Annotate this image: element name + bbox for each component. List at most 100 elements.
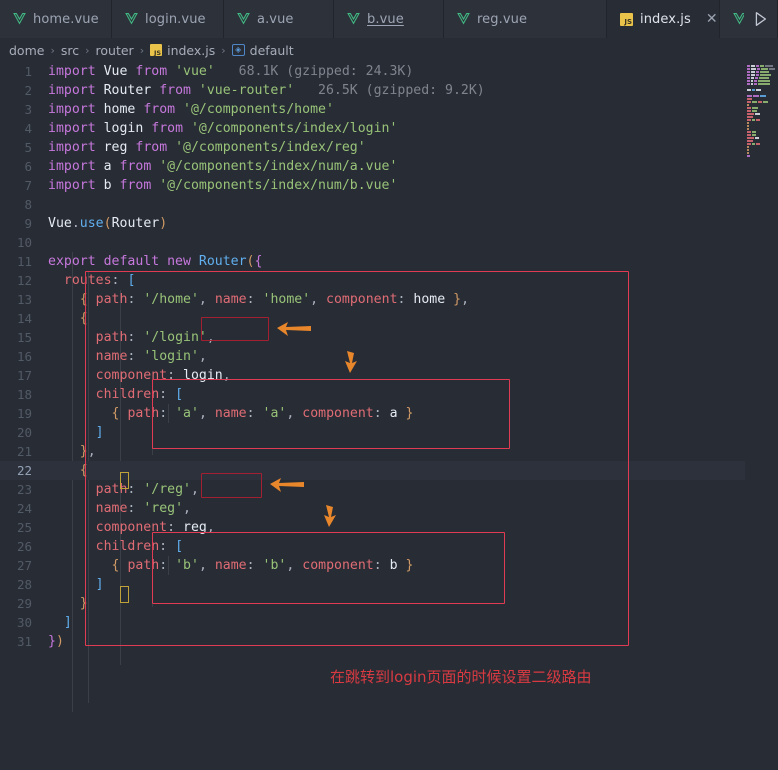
code-line[interactable]: 25 component: reg,: [0, 518, 745, 537]
code-line[interactable]: 6 import a from '@/components/index/num/…: [0, 157, 745, 176]
breadcrumb-item-src[interactable]: src: [61, 43, 79, 58]
code-line[interactable]: 20 ]: [0, 423, 745, 442]
minimap-line: [745, 154, 778, 157]
line-number: 30: [16, 615, 32, 630]
code-line[interactable]: 2 import Router from 'vue-router' 26.5K …: [0, 81, 745, 100]
line-content: import Vue from 'vue' 68.1K (gzipped: 24…: [48, 64, 414, 79]
breadcrumb-item-dome[interactable]: dome: [9, 43, 44, 58]
minimap-token: [752, 142, 755, 145]
line-number: 13: [16, 292, 32, 307]
minimap-token: [760, 64, 764, 67]
line-number: 24: [16, 501, 32, 516]
line-number: 29: [16, 596, 32, 611]
line-content: ]: [63, 615, 72, 630]
tab-b-vue[interactable]: b.vue: [334, 0, 444, 38]
minimap-token: [747, 154, 750, 157]
minimap-token: [763, 100, 768, 103]
tab-label: login.vue: [145, 11, 206, 27]
minimap-token: [754, 82, 757, 85]
code-line[interactable]: 1 import Vue from 'vue' 68.1K (gzipped: …: [0, 62, 745, 81]
minimap-token: [751, 76, 754, 79]
minimap[interactable]: [745, 62, 778, 770]
breadcrumb-item-index-js[interactable]: index.js: [167, 43, 215, 58]
minimap-token: [747, 136, 754, 139]
minimap-token: [756, 64, 759, 67]
minimap-token: [756, 88, 761, 91]
code-line[interactable]: 4 import login from '@/components/index/…: [0, 119, 745, 138]
chevron-right-icon: ›: [85, 43, 90, 57]
tab-home-vue[interactable]: home.vue: [0, 0, 112, 38]
code-line[interactable]: 31 }): [0, 632, 745, 651]
code-line[interactable]: 15 path: '/login',: [0, 328, 745, 347]
minimap-token: [747, 97, 752, 100]
code-line[interactable]: 26 children: [: [0, 537, 745, 556]
minimap-token: [747, 127, 749, 130]
line-number: 9: [24, 216, 32, 231]
minimap-token: [754, 79, 757, 82]
line-content: import login from '@/components/index/lo…: [48, 121, 398, 136]
code-line[interactable]: 24 name: 'reg',: [0, 499, 745, 518]
line-number: 21: [16, 444, 32, 459]
minimap-token: [758, 82, 770, 85]
code-line[interactable]: 3 import home from '@/components/home': [0, 100, 745, 119]
run-button[interactable]: [744, 0, 776, 38]
line-number: 3: [24, 102, 32, 117]
code-line[interactable]: 14 {: [0, 309, 745, 328]
code-line[interactable]: 10: [0, 233, 745, 252]
line-number: 23: [16, 482, 32, 497]
code-line[interactable]: 17 component: login,: [0, 366, 745, 385]
minimap-token: [760, 94, 766, 97]
minimap-token: [747, 70, 750, 73]
tab-a-vue[interactable]: a.vue: [224, 0, 334, 38]
code-line[interactable]: 12 routes: [: [0, 271, 745, 290]
minimap-token: [747, 82, 750, 85]
line-content: { path: 'b', name: 'b', component: b }: [111, 558, 414, 573]
line-number: 6: [24, 159, 32, 174]
tab-login-vue[interactable]: login.vue: [112, 0, 224, 38]
close-icon[interactable]: ✕: [706, 12, 718, 26]
code-lines[interactable]: 1 import Vue from 'vue' 68.1K (gzipped: …: [0, 62, 745, 651]
minimap-token: [752, 118, 755, 121]
minimap-token: [747, 118, 751, 121]
code-line[interactable]: 8: [0, 195, 745, 214]
line-number: 19: [16, 406, 32, 421]
minimap-token: [756, 118, 760, 121]
line-number: 10: [16, 235, 32, 250]
line-content: path: '/login',: [95, 330, 215, 345]
minimap-token: [761, 67, 768, 70]
code-line[interactable]: 28 ]: [0, 575, 745, 594]
breadcrumb-item-default[interactable]: default: [250, 43, 294, 58]
breadcrumb-item-router[interactable]: router: [96, 43, 134, 58]
line-number: 18: [16, 387, 32, 402]
minimap-token: [751, 82, 753, 85]
code-line[interactable]: 16 name: 'login',: [0, 347, 745, 366]
minimap-token: [756, 73, 759, 76]
minimap-token: [751, 79, 753, 82]
code-line[interactable]: 11 export default new Router({: [0, 252, 745, 271]
tab-label: b.vue: [367, 11, 404, 27]
code-line[interactable]: 9 Vue.use(Router): [0, 214, 745, 233]
code-line[interactable]: 5 import reg from '@/components/index/re…: [0, 138, 745, 157]
minimap-token: [747, 109, 751, 112]
code-line[interactable]: 13 { path: '/home', name: 'home', compon…: [0, 290, 745, 309]
code-line[interactable]: 30 ]: [0, 613, 745, 632]
code-line-current[interactable]: 22 {: [0, 461, 745, 480]
code-line[interactable]: 19 { path: 'a', name: 'a', component: a …: [0, 404, 745, 423]
tab-reg-vue[interactable]: reg.vue: [444, 0, 607, 38]
code-line[interactable]: 27 { path: 'b', name: 'b', component: b …: [0, 556, 745, 575]
line-content: import Router from 'vue-router' 26.5K (g…: [48, 83, 485, 98]
code-line[interactable]: 29 }: [0, 594, 745, 613]
minimap-token: [758, 79, 770, 82]
code-line[interactable]: 18 children: [: [0, 385, 745, 404]
line-number: 4: [24, 121, 32, 136]
line-content: [48, 233, 745, 252]
line-number: 2: [24, 83, 32, 98]
vscode-window: home.vue login.vue a.vue b.vue reg.vue J…: [0, 0, 778, 770]
code-line[interactable]: 23 path: '/reg',: [0, 480, 745, 499]
tab-index-js[interactable]: JS index.js ✕: [607, 0, 720, 38]
minimap-token: [747, 145, 749, 148]
code-line[interactable]: 7 import b from '@/components/index/num/…: [0, 176, 745, 195]
code-editor[interactable]: 1 import Vue from 'vue' 68.1K (gzipped: …: [0, 62, 778, 770]
chevron-right-icon: ›: [221, 43, 226, 57]
code-line[interactable]: 21 },: [0, 442, 745, 461]
